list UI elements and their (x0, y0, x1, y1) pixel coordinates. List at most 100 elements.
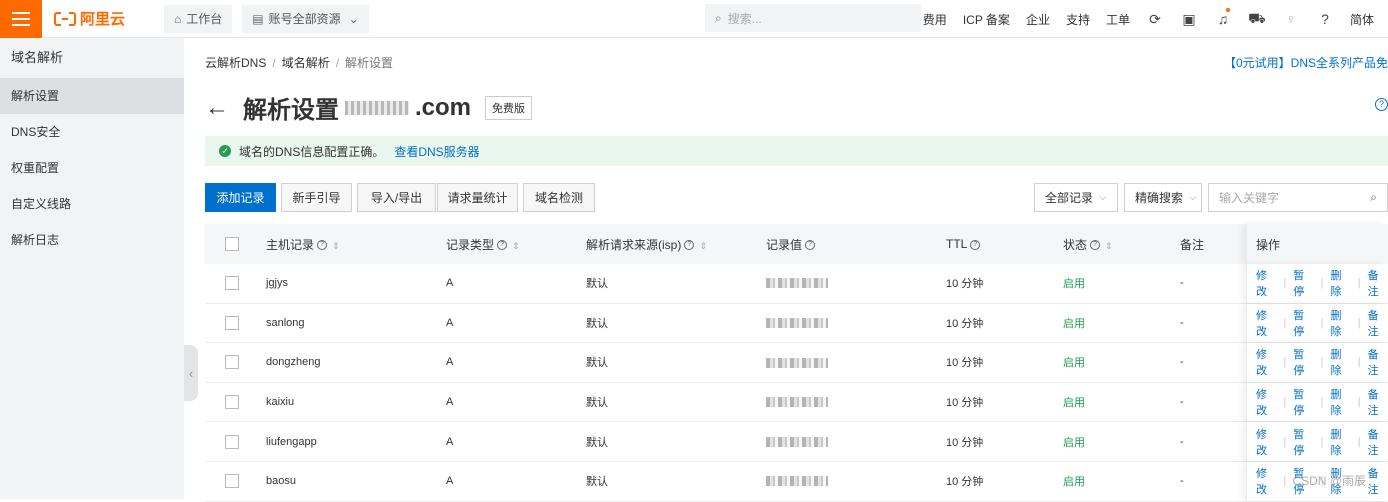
pause-link[interactable]: 暂停 (1293, 267, 1313, 299)
search-icon[interactable]: ⌕ (1370, 190, 1377, 205)
edit-link[interactable]: 修改 (1256, 386, 1276, 418)
edition-badge: 免费版 (485, 95, 533, 120)
col-ops: 操作 (1246, 224, 1388, 264)
select-all-checkbox[interactable] (225, 237, 239, 251)
edit-link[interactable]: 修改 (1256, 346, 1276, 378)
cell-status: 启用 (1063, 317, 1085, 330)
search-mode-dropdown[interactable]: 精确搜索 ⌵ (1124, 183, 1202, 212)
cart-icon[interactable]: ⛟ (1240, 10, 1274, 29)
remark-link[interactable]: 备注 (1368, 346, 1388, 378)
cell-type: A (446, 475, 454, 488)
remark-link[interactable]: 备注 (1368, 465, 1388, 497)
sync-icon[interactable]: ⟳ (1138, 11, 1172, 28)
page-help-icon[interactable]: ? (1375, 98, 1388, 111)
sidebar-item-log[interactable]: 解析日志 (0, 222, 184, 258)
promo-link[interactable]: 【0元试用】DNS全系列产品免 (1224, 54, 1388, 71)
row-checkbox[interactable] (225, 315, 239, 330)
cell-value-redacted (766, 436, 828, 448)
row-checkbox[interactable] (225, 434, 239, 449)
lightbulb-icon[interactable]: ♀ (1274, 11, 1308, 27)
view-dns-servers-link[interactable]: 查看DNS服务器 (394, 143, 479, 160)
nav-link-billing[interactable]: 费用 (915, 11, 955, 28)
delete-link[interactable]: 删除 (1330, 386, 1350, 418)
row-checkbox[interactable] (225, 355, 239, 370)
delete-link[interactable]: 删除 (1330, 307, 1350, 339)
sort-icon[interactable]: ⇕ (512, 241, 520, 251)
breadcrumb-current: 解析设置 (345, 56, 394, 70)
cell-type: A (446, 356, 454, 369)
col-isp[interactable]: 解析请求来源(isp)? ⇕ (586, 236, 707, 253)
sort-icon[interactable]: ⇕ (699, 241, 707, 251)
nav-link-enterprise[interactable]: 企业 (1018, 11, 1058, 28)
pause-link[interactable]: 暂停 (1293, 386, 1313, 418)
sidebar-item-dns-security[interactable]: DNS安全 (0, 114, 184, 150)
question-icon: ? (970, 239, 981, 250)
cell-type: A (446, 316, 454, 329)
keyword-search-input[interactable]: 输入关键字 ⌕ (1208, 183, 1388, 212)
domain-check-button[interactable]: 域名检测 (523, 183, 595, 212)
col-host[interactable]: 主机记录? ⇕ (266, 236, 340, 253)
search-icon: ⌕ (715, 10, 722, 25)
question-icon: ? (805, 240, 816, 251)
logo[interactable]: 阿里云 (54, 8, 154, 29)
pause-link[interactable]: 暂停 (1293, 426, 1313, 458)
col-type[interactable]: 记录类型? ⇕ (446, 236, 520, 253)
col-host-label: 主机记录 (266, 237, 315, 252)
workbench-button[interactable]: ⌂ 工作台 (164, 4, 233, 33)
row-checkbox[interactable] (225, 276, 239, 291)
pause-link[interactable]: 暂停 (1293, 307, 1313, 339)
sidebar-item-dns-settings[interactable]: 解析设置 (0, 78, 184, 114)
delete-link[interactable]: 删除 (1330, 426, 1350, 458)
edit-link[interactable]: 修改 (1256, 267, 1276, 299)
table-row: kaixiu A 默认 10 分钟 启用 - 修改 | 暂停 | 删除 | 备注 (205, 382, 1388, 423)
pause-link[interactable]: 暂停 (1293, 346, 1313, 378)
cell-isp: 默认 (586, 317, 608, 330)
remark-link[interactable]: 备注 (1368, 307, 1388, 339)
col-status[interactable]: 状态? ⇕ (1063, 236, 1113, 253)
cell-status: 启用 (1063, 357, 1085, 370)
col-ops-label: 操作 (1256, 237, 1281, 252)
title-row: ← 解析设置 .com 免费版 (205, 90, 533, 125)
terminal-icon[interactable]: ▣ (1172, 11, 1206, 28)
sidebar-title: 域名解析 (11, 50, 64, 65)
row-checkbox[interactable] (225, 474, 239, 489)
add-record-button[interactable]: 添加记录 (205, 183, 276, 212)
breadcrumb-domain[interactable]: 域名解析 (282, 56, 330, 70)
account-resources-dropdown[interactable]: ▤ 账号全部资源 ⌄ (242, 4, 369, 33)
nav-link-ticket[interactable]: 工单 (1098, 11, 1138, 28)
edit-link[interactable]: 修改 (1256, 307, 1276, 339)
edit-link[interactable]: 修改 (1256, 465, 1276, 497)
nav-link-support[interactable]: 支持 (1058, 11, 1098, 28)
back-arrow-icon[interactable]: ← (205, 94, 229, 122)
cell-value-redacted (766, 356, 828, 368)
import-export-button[interactable]: 导入/导出 (357, 183, 436, 212)
menu-icon[interactable] (0, 0, 42, 38)
request-stats-button[interactable]: 请求量统计 (437, 183, 518, 212)
page-title: 解析设置 (243, 97, 339, 124)
record-filter-dropdown[interactable]: 全部记录 ⌵ (1034, 183, 1118, 212)
edit-link[interactable]: 修改 (1256, 426, 1276, 458)
bell-icon[interactable]: ♫ (1206, 8, 1240, 27)
delete-link[interactable]: 删除 (1330, 267, 1350, 299)
sort-icon[interactable]: ⇕ (1105, 241, 1113, 251)
language-switch[interactable]: 简体 (1342, 11, 1388, 28)
nav-link-icp[interactable]: ICP 备案 (955, 11, 1018, 28)
redacted-domain (345, 100, 409, 115)
check-circle-icon: ✓ (219, 145, 231, 157)
delete-link[interactable]: 删除 (1330, 346, 1350, 378)
global-search-input[interactable]: ⌕ 搜索... (705, 4, 921, 32)
remark-link[interactable]: 备注 (1368, 267, 1388, 299)
cell-type: A (446, 396, 454, 409)
sidebar-item-weight[interactable]: 权重配置 (0, 150, 184, 186)
sort-icon[interactable]: ⇕ (332, 241, 340, 251)
breadcrumb-dns[interactable]: 云解析DNS (205, 56, 266, 70)
list-icon: ▤ (252, 11, 264, 26)
help-icon[interactable]: ? (1308, 11, 1342, 27)
guide-button[interactable]: 新手引导 (281, 183, 352, 212)
sidebar-collapse-handle[interactable]: ‹ (184, 345, 198, 401)
remark-link[interactable]: 备注 (1368, 386, 1388, 418)
cell-status: 启用 (1063, 436, 1085, 449)
row-checkbox[interactable] (225, 395, 239, 410)
remark-link[interactable]: 备注 (1368, 426, 1388, 458)
sidebar-item-custom-line[interactable]: 自定义线路 (0, 186, 184, 222)
